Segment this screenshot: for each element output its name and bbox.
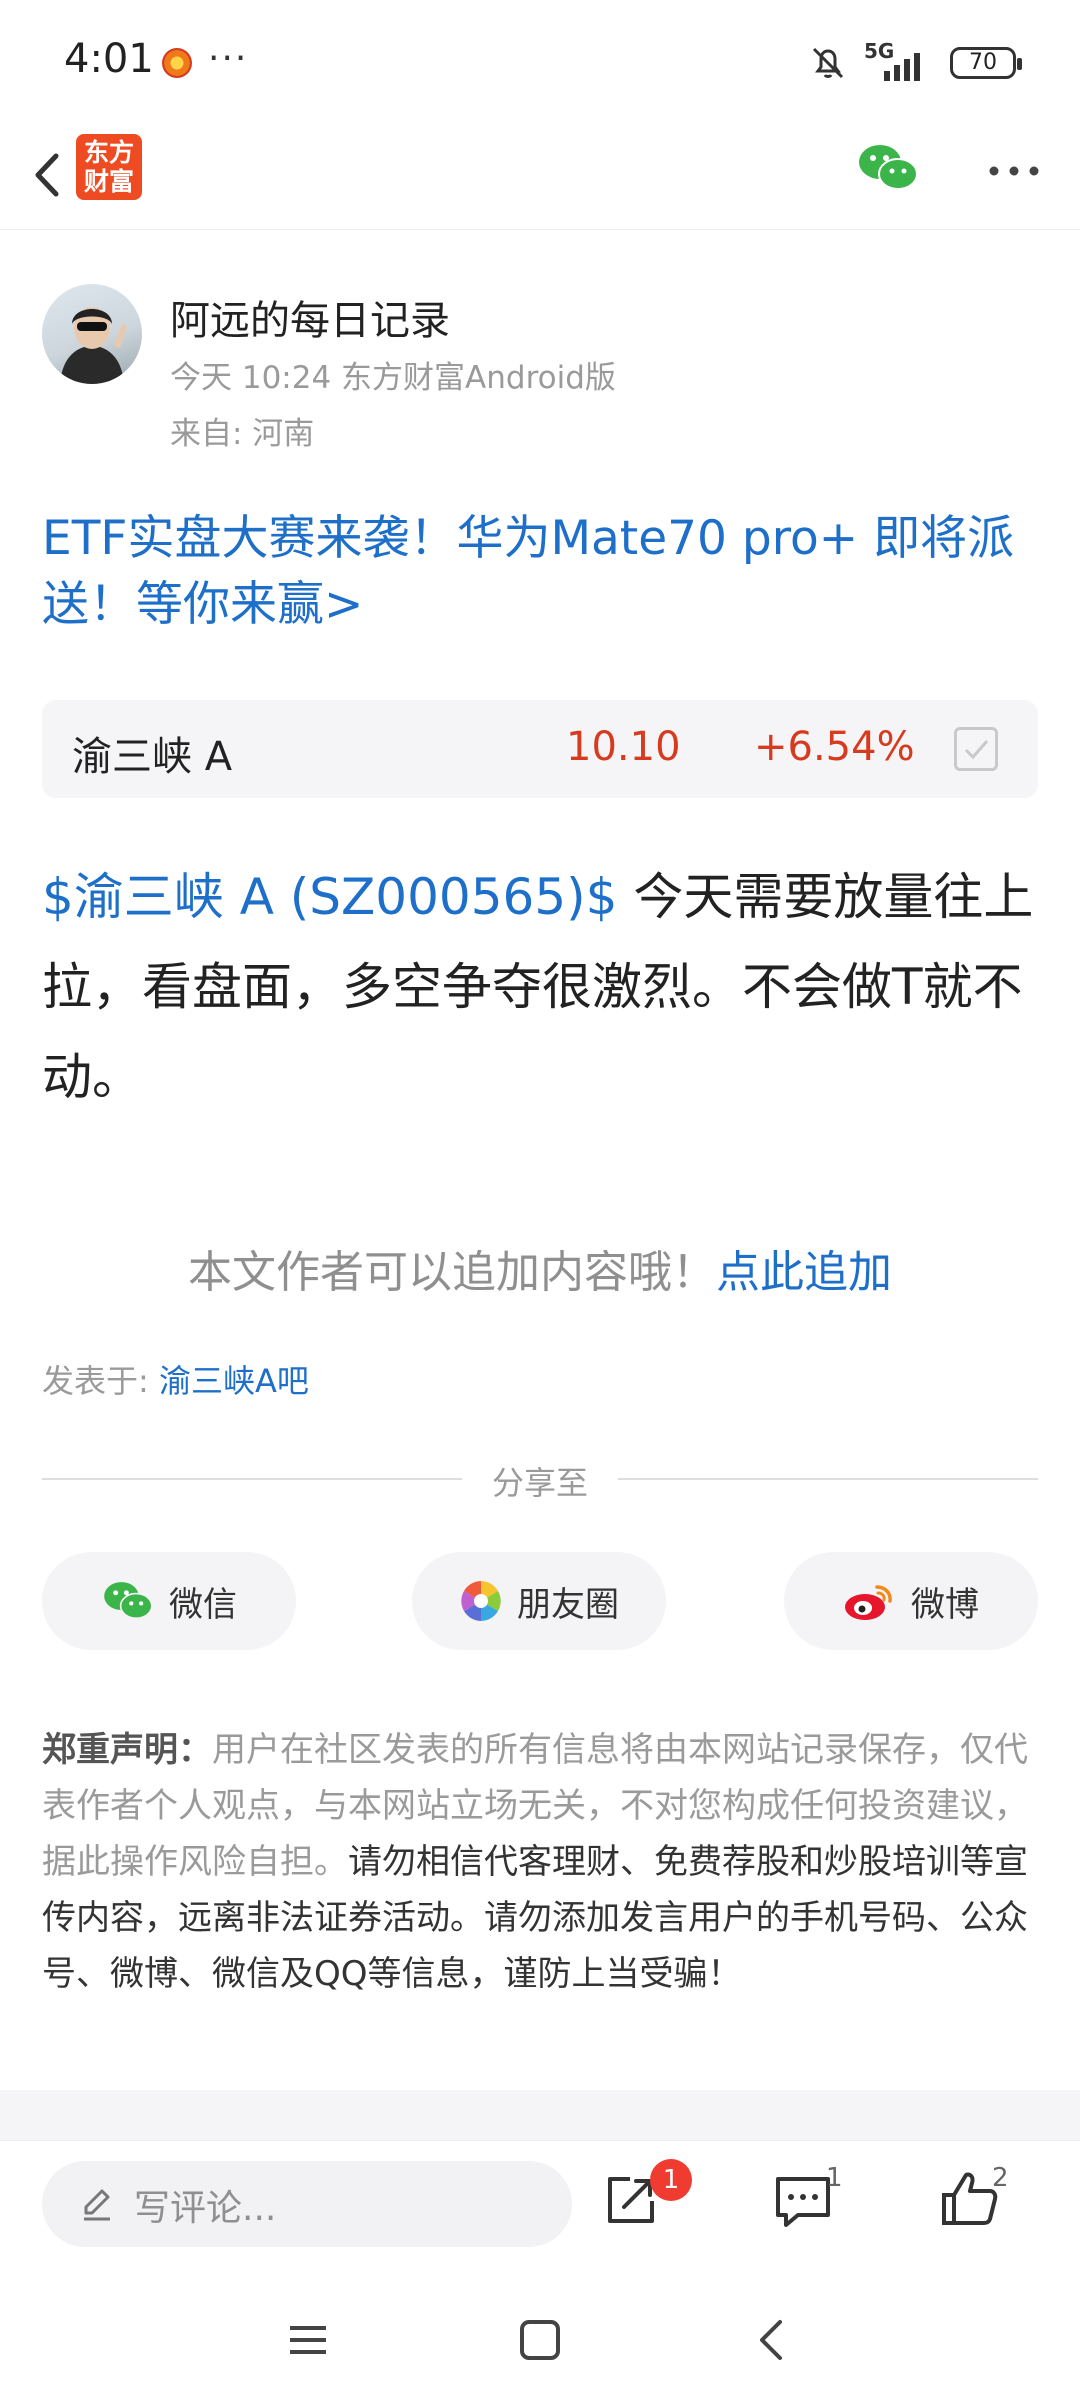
share-moments-button[interactable]: 朋友圈 <box>412 1552 666 1650</box>
post-meta: 今天 10:24 东方财富Android版 <box>170 360 616 396</box>
app-notification-icon <box>162 48 192 78</box>
moments-icon <box>461 1581 501 1621</box>
more-icon[interactable] <box>984 156 1044 186</box>
post-content: $渝三峡 A (SZ000565)$ 今天需要放量往上拉，看盘面，多空争夺很激烈… <box>42 852 1042 1122</box>
avatar[interactable] <box>42 284 142 384</box>
append-prompt: 本文作者可以追加内容哦！点此追加 <box>0 1236 1080 1300</box>
check-icon <box>964 740 989 760</box>
post-location: 来自: 河南 <box>170 416 315 452</box>
stock-card[interactable]: 渝三峡 A 10.10 +6.54% <box>42 700 1038 798</box>
bottom-action-bar: 写评论... 1 1 2 <box>0 2140 1080 2270</box>
author-name[interactable]: 阿远的每日记录 <box>170 288 450 346</box>
like-count: 2 <box>992 2163 1009 2193</box>
promo-link[interactable]: ETF实盘大赛来袭！华为Mate70 pro+ 即将派送！等你来赢> <box>42 506 1042 638</box>
forum-link[interactable]: 渝三峡A吧 <box>159 1362 309 1400</box>
append-link[interactable]: 点此追加 <box>716 1247 892 1298</box>
logo-line2: 财富 <box>83 167 134 196</box>
status-indicators: 5G 70 <box>808 39 1022 86</box>
share-weibo-button[interactable]: 微博 <box>784 1552 1038 1650</box>
share-divider: 分享至 <box>42 1458 1038 1502</box>
stock-tag-link[interactable]: $渝三峡 A (SZ000565)$ <box>42 868 618 926</box>
status-bar: 4:01 ··· 5G 70 <box>0 0 1080 126</box>
share-badge: 1 <box>650 2159 692 2201</box>
app-logo[interactable]: 东方 财富 <box>76 134 142 200</box>
stock-price: 10.10 <box>566 724 681 770</box>
signal-icon: 5G <box>864 39 934 83</box>
system-nav-bar <box>0 2280 1080 2400</box>
home-icon[interactable] <box>510 2310 570 2370</box>
comment-placeholder: 写评论... <box>134 2188 277 2229</box>
posted-in-label: 发表于: <box>42 1362 159 1400</box>
share-wechat-button[interactable]: 微信 <box>42 1552 296 1650</box>
share-moments-label: 朋友圈 <box>517 1584 619 1625</box>
wechat-icon[interactable] <box>856 140 920 196</box>
comment-count: 1 <box>826 2163 843 2193</box>
pen-icon <box>84 2189 110 2221</box>
share-wechat-label: 微信 <box>169 1584 237 1625</box>
avatar-image <box>60 307 127 384</box>
battery-icon: 70 <box>950 47 1022 79</box>
logo-line1: 东方 <box>83 138 134 167</box>
mute-bell-icon <box>812 47 844 79</box>
comment-input[interactable]: 写评论... <box>42 2161 572 2247</box>
disclaimer: 郑重声明：用户在社区发表的所有信息将由本网站记录保存，仅代表作者个人观点，与本网… <box>42 1722 1042 2002</box>
add-watchlist-checkbox[interactable] <box>954 727 998 771</box>
stock-name: 渝三峡 A <box>72 734 233 780</box>
stock-change: +6.54% <box>754 724 915 770</box>
section-separator <box>0 2090 1080 2140</box>
header: 东方 财富 <box>0 126 1080 230</box>
share-title: 分享至 <box>491 1464 588 1502</box>
menu-icon[interactable] <box>278 2310 338 2370</box>
share-weibo-label: 微博 <box>911 1584 979 1625</box>
posted-in: 发表于: 渝三峡A吧 <box>42 1356 309 1402</box>
back-nav-icon[interactable] <box>742 2310 802 2370</box>
append-text: 本文作者可以追加内容哦！ <box>188 1247 716 1298</box>
divider-line <box>618 1478 1038 1480</box>
status-more-icon: ··· <box>208 38 249 79</box>
disclaimer-title: 郑重声明： <box>42 1730 212 1770</box>
weibo-icon <box>845 1585 892 1620</box>
wechat-icon <box>104 1582 153 1620</box>
status-time: 4:01 <box>64 36 154 82</box>
